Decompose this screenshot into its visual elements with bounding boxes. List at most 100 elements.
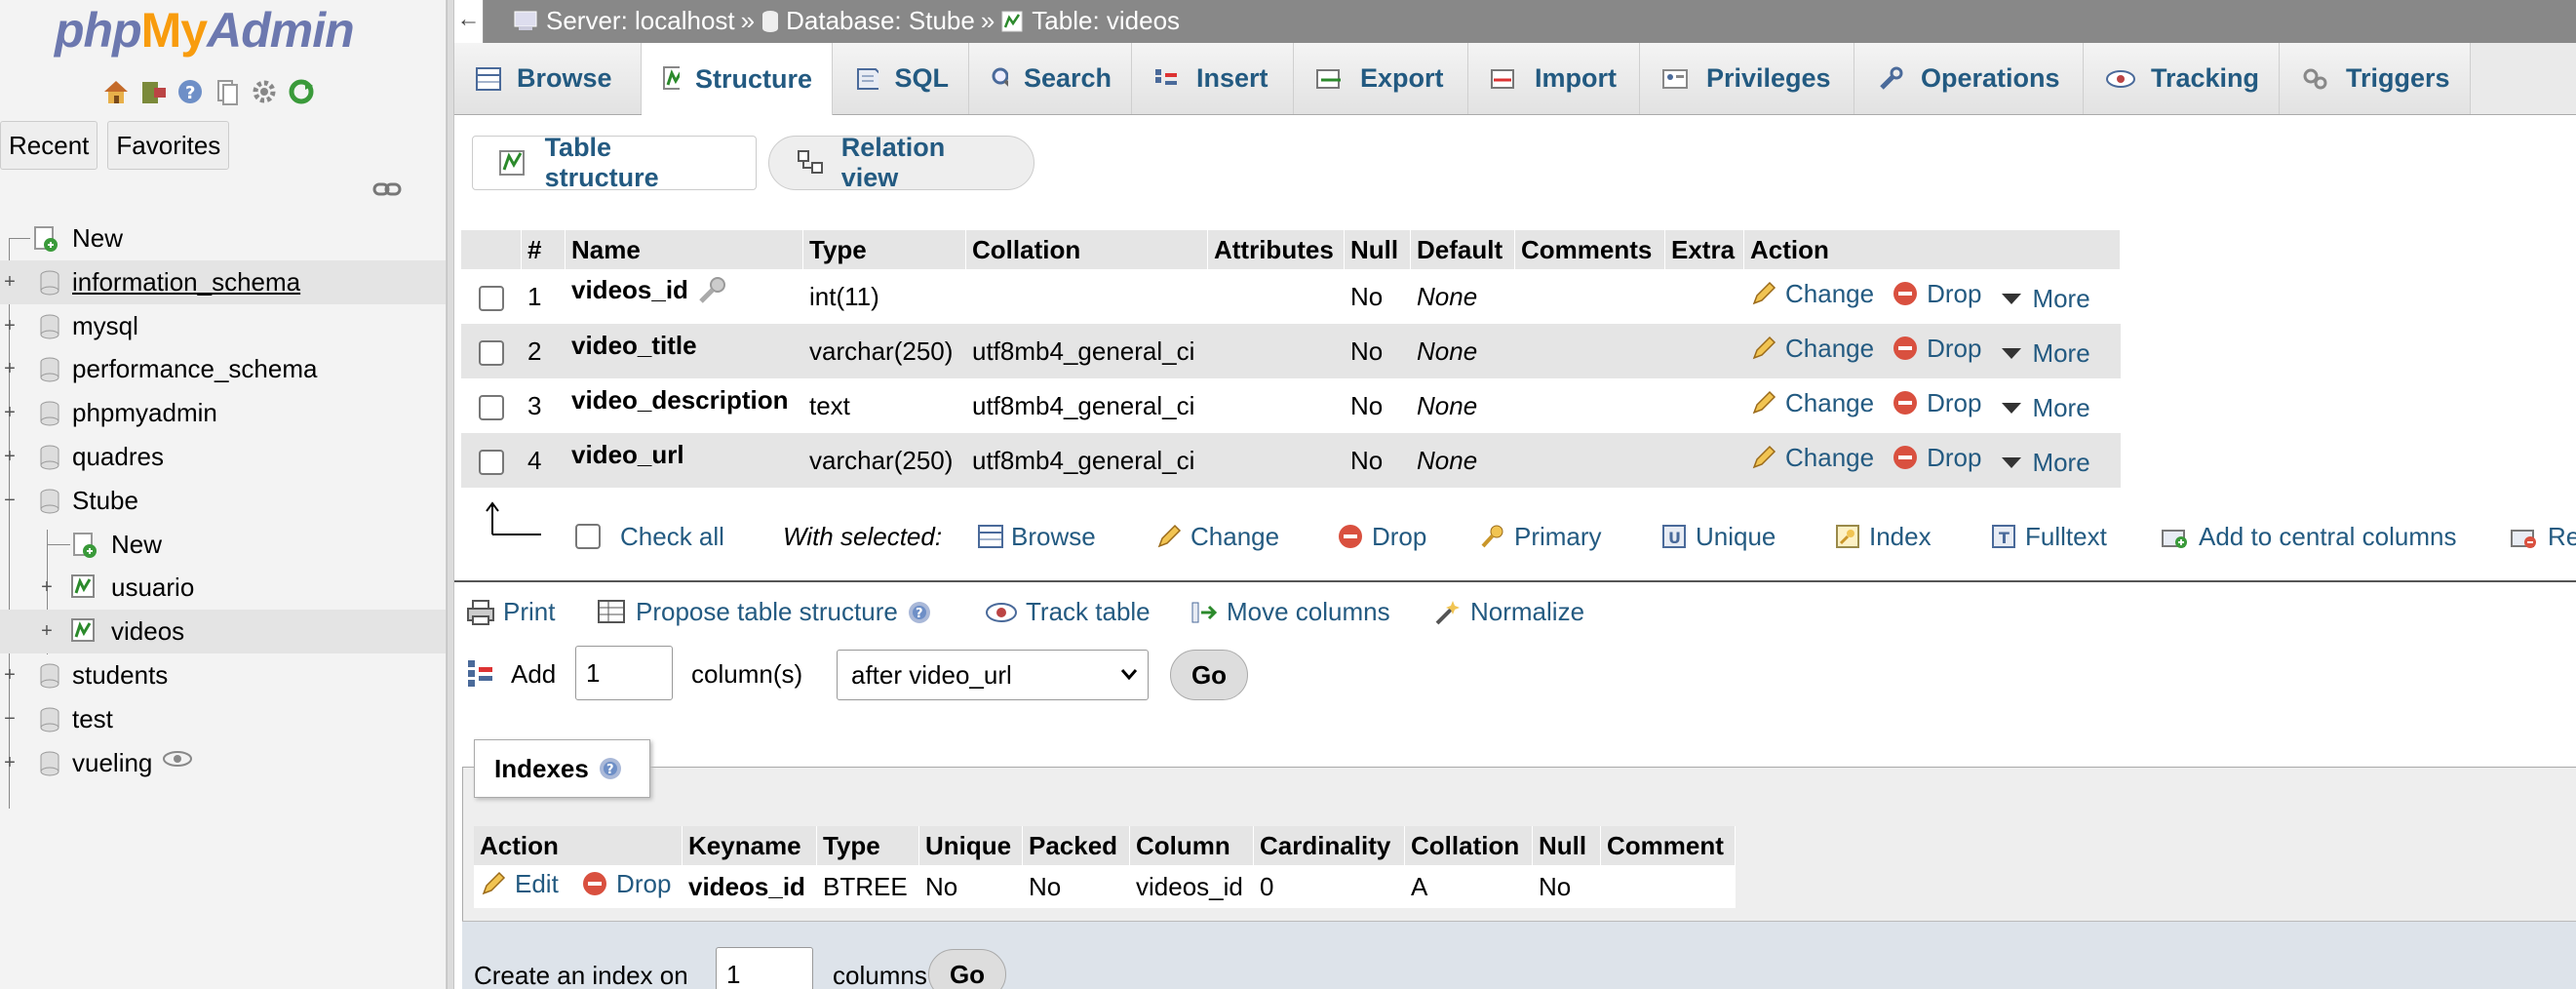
indexes-legend[interactable]: Indexes ? bbox=[474, 739, 650, 798]
tab-structure[interactable]: Structure bbox=[642, 43, 833, 115]
row-checkbox[interactable] bbox=[479, 339, 504, 366]
change-button[interactable]: Change bbox=[1750, 388, 1874, 418]
tree-item-performance-schema[interactable]: + performance_schema bbox=[0, 347, 446, 391]
tab-sql[interactable]: SQL bbox=[833, 43, 969, 114]
expand-icon[interactable]: + bbox=[0, 664, 20, 686]
drop-button[interactable]: Drop bbox=[1892, 388, 1981, 418]
tree-item-label[interactable]: quadres bbox=[72, 442, 164, 472]
index-drop-button[interactable]: Drop bbox=[581, 869, 671, 899]
header-null[interactable]: Null bbox=[1345, 230, 1411, 269]
drop-button[interactable]: Drop bbox=[1892, 334, 1981, 364]
check-all-label[interactable]: Check all bbox=[620, 522, 724, 552]
change-button[interactable]: Change bbox=[1750, 334, 1874, 364]
drop-button[interactable]: Drop bbox=[1892, 443, 1981, 473]
add-columns-count-input[interactable]: 1 bbox=[575, 646, 673, 700]
collapse-icon[interactable]: − bbox=[0, 490, 20, 511]
header-extra[interactable]: Extra bbox=[1665, 230, 1744, 269]
header-collation[interactable]: Collation bbox=[966, 230, 1208, 269]
tree-item-label[interactable]: New bbox=[111, 530, 162, 560]
bulk-index-button[interactable]: Index bbox=[1834, 522, 1932, 552]
more-button[interactable]: More bbox=[1999, 338, 2090, 369]
tree-item-quadres[interactable]: + quadres bbox=[0, 435, 446, 479]
tree-item-label[interactable]: mysql bbox=[72, 311, 138, 341]
bulk-add-central-button[interactable]: Add to central columns bbox=[2160, 522, 2456, 552]
tree-item-label[interactable]: New bbox=[72, 223, 123, 254]
header-default[interactable]: Default bbox=[1411, 230, 1515, 269]
header-attributes[interactable]: Attributes bbox=[1208, 230, 1345, 269]
docs-icon[interactable] bbox=[212, 76, 243, 107]
index-edit-button[interactable]: Edit bbox=[480, 869, 559, 899]
breadcrumb-table-label[interactable]: Table: videos bbox=[1032, 6, 1180, 36]
print-link[interactable]: Print bbox=[466, 597, 555, 627]
breadcrumb-server-label[interactable]: Server: localhost bbox=[546, 6, 735, 36]
expand-icon[interactable]: + bbox=[0, 358, 20, 379]
row-checkbox[interactable] bbox=[479, 394, 504, 420]
bulk-change-button[interactable]: Change bbox=[1155, 522, 1279, 552]
column-name[interactable]: video_title bbox=[571, 331, 697, 360]
column-name[interactable]: video_url bbox=[571, 440, 684, 469]
tree-item-new[interactable]: New bbox=[0, 217, 446, 260]
column-name[interactable]: videos_id bbox=[571, 275, 688, 304]
tree-item-mysql[interactable]: + mysql bbox=[0, 304, 446, 348]
create-index-count-input[interactable]: 1 bbox=[716, 947, 813, 989]
tree-item-label[interactable]: Stube bbox=[72, 486, 138, 516]
check-all[interactable]: Check all bbox=[575, 522, 724, 552]
tab-operations[interactable]: Operations bbox=[1854, 43, 2084, 114]
tab-search[interactable]: Search bbox=[969, 43, 1132, 114]
tree-item-phpmyadmin[interactable]: + phpmyadmin bbox=[0, 391, 446, 435]
home-icon[interactable] bbox=[100, 76, 132, 107]
tab-import[interactable]: Import bbox=[1468, 43, 1640, 114]
normalize-link[interactable]: Normalize bbox=[1433, 597, 1584, 627]
header-name[interactable]: Name bbox=[566, 230, 803, 269]
header-type[interactable]: Type bbox=[803, 230, 966, 269]
track-table-link[interactable]: Track table bbox=[985, 597, 1151, 627]
drop-button[interactable]: Drop bbox=[1892, 279, 1981, 309]
expand-icon[interactable]: + bbox=[0, 402, 20, 423]
change-button[interactable]: Change bbox=[1750, 443, 1874, 473]
tree-item-label[interactable]: test bbox=[72, 704, 113, 734]
tree-item-label[interactable]: usuario bbox=[111, 573, 194, 603]
tree-item-vueling[interactable]: + vueling bbox=[0, 741, 446, 785]
tree-item-label[interactable]: information_schema bbox=[72, 267, 300, 297]
eye-icon[interactable] bbox=[162, 749, 193, 769]
tree-item-stube-new[interactable]: New bbox=[0, 523, 446, 567]
tab-tracking[interactable]: Tracking bbox=[2084, 43, 2280, 114]
tree-item-label[interactable]: vueling bbox=[72, 748, 152, 778]
tab-insert[interactable]: Insert bbox=[1132, 43, 1294, 114]
settings-icon[interactable] bbox=[249, 76, 280, 107]
create-index-go-button[interactable]: Go bbox=[928, 949, 1006, 989]
more-button[interactable]: More bbox=[1999, 448, 2090, 478]
tree-item-stube[interactable]: − Stube bbox=[0, 479, 446, 523]
tree-item-test[interactable]: − test bbox=[0, 697, 446, 741]
breadcrumb-table[interactable]: Table: videos bbox=[1000, 6, 1180, 36]
bulk-unique-button[interactable]: U Unique bbox=[1660, 522, 1776, 552]
collapse-nav-button[interactable]: ← bbox=[454, 0, 484, 43]
expand-icon[interactable]: + bbox=[37, 576, 57, 598]
logout-icon[interactable] bbox=[137, 76, 169, 107]
more-button[interactable]: More bbox=[1999, 284, 2090, 314]
bulk-fulltext-button[interactable]: T Fulltext bbox=[1990, 522, 2107, 552]
expand-icon[interactable]: + bbox=[37, 620, 57, 642]
tab-browse[interactable]: Browse bbox=[454, 43, 642, 114]
navigation-resizer[interactable] bbox=[447, 0, 454, 989]
expand-icon[interactable]: + bbox=[0, 315, 20, 336]
tree-item-usuario[interactable]: + usuario bbox=[0, 566, 446, 610]
move-columns-link[interactable]: Move columns bbox=[1190, 597, 1390, 627]
tree-item-label[interactable]: phpmyadmin bbox=[72, 398, 217, 428]
subtab-table-structure[interactable]: Table structure bbox=[472, 133, 757, 192]
collapse-icon[interactable]: − bbox=[0, 708, 20, 730]
nav-tab-recent[interactable]: Recent bbox=[0, 121, 98, 170]
breadcrumb-database-label[interactable]: Database: Stube bbox=[786, 6, 975, 36]
propose-structure-link[interactable]: Propose table structure ? bbox=[597, 597, 933, 627]
change-button[interactable]: Change bbox=[1750, 279, 1874, 309]
expand-icon[interactable]: + bbox=[0, 446, 20, 467]
subtab-relation-view[interactable]: Relation view bbox=[768, 133, 1034, 192]
expand-icon[interactable]: + bbox=[0, 271, 20, 293]
tree-item-label[interactable]: students bbox=[72, 660, 168, 691]
column-position-select[interactable]: after video_url bbox=[837, 650, 1149, 700]
help-icon[interactable]: ? bbox=[175, 76, 206, 107]
add-columns-go-button[interactable]: Go bbox=[1170, 650, 1248, 700]
row-checkbox[interactable] bbox=[479, 285, 504, 311]
help-icon[interactable]: ? bbox=[597, 755, 624, 782]
tree-item-information-schema[interactable]: + information_schema bbox=[0, 259, 446, 304]
